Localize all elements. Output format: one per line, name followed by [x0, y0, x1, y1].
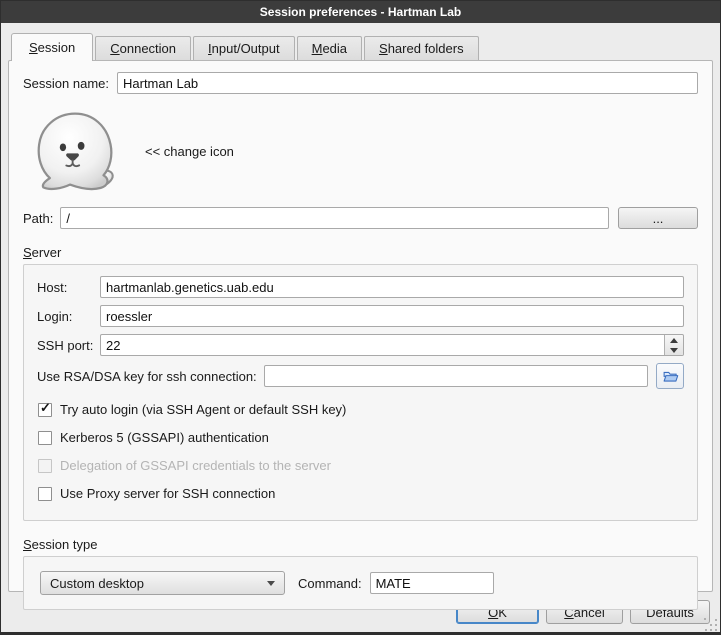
path-label: Path: [23, 211, 53, 226]
session-type-value: Custom desktop [50, 576, 144, 591]
auto-login-checkbox[interactable]: ✓ [38, 403, 52, 417]
login-row: Login: [37, 305, 684, 327]
path-input[interactable] [60, 207, 609, 229]
session-name-row: Session name: [23, 72, 698, 94]
change-icon-label[interactable]: << change icon [145, 144, 234, 159]
path-browse-button[interactable]: ... [618, 207, 698, 229]
session-type-group: Custom desktop Command: [23, 556, 698, 610]
rsa-key-row: Use RSA/DSA key for ssh connection: [37, 363, 684, 389]
seal-icon [29, 109, 123, 193]
session-preferences-dialog: Session preferences - Hartman Lab Sessio… [0, 0, 721, 635]
gssapi-delegation-checkbox: ✓ [38, 459, 52, 473]
kerberos-checkbox[interactable]: ✓ [38, 431, 52, 445]
chevron-down-icon [267, 581, 275, 586]
gssapi-delegation-label: Delegation of GSSAPI credentials to the … [60, 458, 331, 473]
rsa-key-label: Use RSA/DSA key for ssh connection: [37, 369, 257, 384]
session-name-input[interactable] [117, 72, 698, 94]
tab-bar: Session Connection Input/Output Media Sh… [11, 33, 713, 60]
tab-connection[interactable]: Connection [95, 36, 191, 60]
tab-session[interactable]: Session [11, 33, 93, 61]
proxy-label: Use Proxy server for SSH connection [60, 486, 275, 501]
command-input[interactable] [370, 572, 494, 594]
host-input[interactable] [100, 276, 684, 298]
server-group: Host: Login: SSH port: [23, 264, 698, 521]
spinner-down-icon [670, 348, 678, 353]
tab-input-output[interactable]: Input/Output [193, 36, 295, 60]
path-row: Path: ... [23, 207, 698, 229]
ssh-port-spinner [100, 334, 684, 356]
ssh-port-label: SSH port: [37, 338, 100, 353]
session-icon[interactable] [29, 109, 123, 193]
spinner-buttons [664, 335, 683, 355]
kerberos-label: Kerberos 5 (GSSAPI) authentication [60, 430, 269, 445]
ssh-port-input[interactable] [100, 334, 684, 356]
tab-shared-folders[interactable]: Shared folders [364, 36, 479, 60]
server-checkboxes: ✓ Try auto login (via SSH Agent or defau… [38, 402, 684, 501]
session-tab-page: Session name: [8, 60, 713, 592]
dialog-body: Session Connection Input/Output Media Sh… [1, 23, 720, 632]
checkmark-icon: ✓ [40, 401, 51, 414]
titlebar[interactable]: Session preferences - Hartman Lab [1, 1, 720, 23]
spinner-up-button[interactable] [665, 335, 683, 345]
checkbox-row-1[interactable]: ✓ Kerberos 5 (GSSAPI) authentication [38, 430, 684, 445]
spinner-down-button[interactable] [665, 345, 683, 355]
rsa-key-input[interactable] [264, 365, 648, 387]
session-type-select[interactable]: Custom desktop [40, 571, 285, 595]
host-row: Host: [37, 276, 684, 298]
proxy-checkbox[interactable]: ✓ [38, 487, 52, 501]
window-title: Session preferences - Hartman Lab [260, 5, 461, 19]
checkbox-row-2: ✓ Delegation of GSSAPI credentials to th… [38, 458, 684, 473]
login-input[interactable] [100, 305, 684, 327]
folder-open-icon [662, 368, 679, 385]
server-group-label: Server [23, 245, 698, 260]
ssh-port-row: SSH port: [37, 334, 684, 356]
session-type-row: Custom desktop Command: [40, 571, 681, 595]
spinner-up-icon [670, 338, 678, 343]
resize-grip[interactable] [704, 618, 717, 631]
host-label: Host: [37, 280, 100, 295]
session-type-group-label: Session type [23, 537, 698, 552]
checkbox-row-0[interactable]: ✓ Try auto login (via SSH Agent or defau… [38, 402, 684, 417]
session-name-label: Session name: [23, 76, 109, 91]
session-icon-block: << change icon [29, 109, 698, 193]
tab-media[interactable]: Media [297, 36, 362, 60]
checkbox-row-3[interactable]: ✓ Use Proxy server for SSH connection [38, 486, 684, 501]
auto-login-label: Try auto login (via SSH Agent or default… [60, 402, 346, 417]
rsa-key-browse-button[interactable] [656, 363, 684, 389]
login-label: Login: [37, 309, 100, 324]
command-label: Command: [298, 576, 362, 591]
